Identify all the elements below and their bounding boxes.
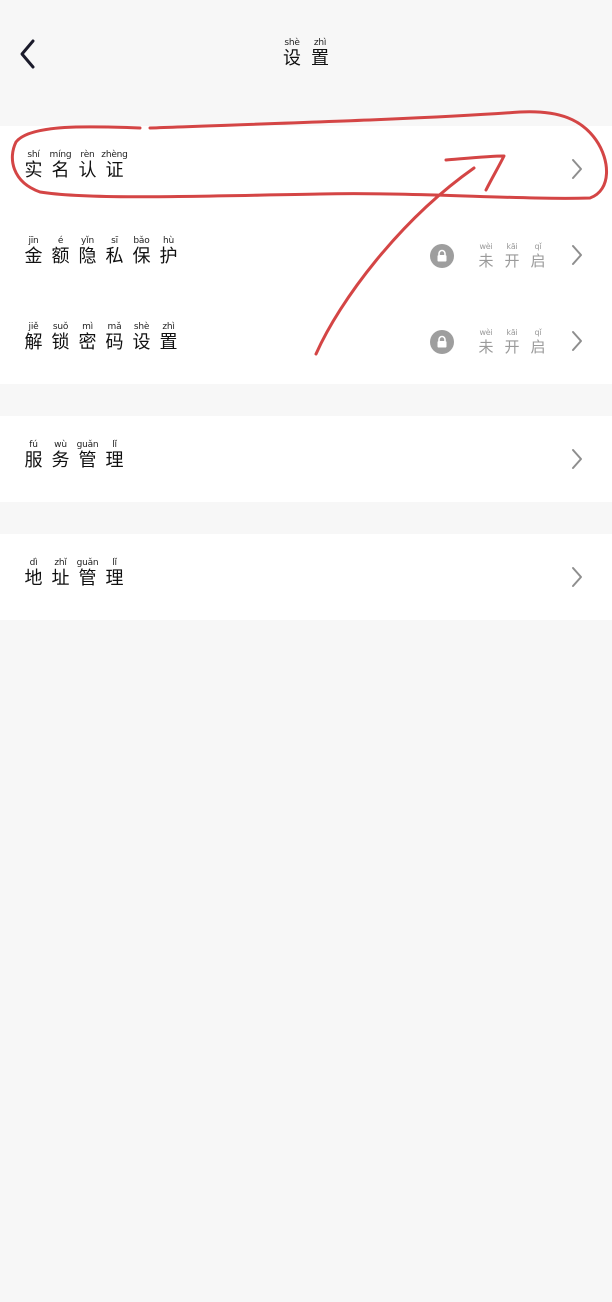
row-label: jīn 金 é额 yǐn 隐 sī 私 bǎo 保 hù 护 [20,236,182,268]
pinyin: lǐ [112,440,117,450]
pinyin: zhì [313,38,327,48]
hanzi: 证 [105,160,124,181]
hanzi: 密 [78,332,97,353]
hanzi: 私 [105,246,124,267]
lock-icon [430,244,454,268]
hanzi: 设 [132,332,151,353]
pinyin: zhǐ [54,558,67,568]
pinyin: shè [284,38,300,48]
pinyin: shè [133,322,150,332]
pinyin: fú [29,440,38,450]
pinyin: wù [54,440,67,450]
hanzi: 址 [51,568,70,589]
hanzi: 理 [105,568,124,589]
hanzi: 锁 [51,332,70,353]
hanzi: 启 [530,338,546,356]
chevron-right-icon [568,446,586,472]
pinyin: hù [162,236,174,246]
hanzi: 管 [78,450,97,471]
pinyin: kāi [506,328,518,337]
chevron-right-icon [568,328,586,354]
status-not-enabled: wèi 未 kāi 开 qǐ 启 [430,328,550,356]
pinyin: suǒ [52,322,69,332]
pinyin: rèn [80,150,95,160]
pinyin: wèi [479,242,493,251]
hanzi: 未 [478,252,494,270]
pinyin: qǐ [534,328,542,337]
hanzi: 认 [78,160,97,181]
pinyin: yǐn [81,236,94,246]
hanzi: 启 [530,252,546,270]
pinyin: guǎn [76,558,99,568]
amount-privacy-protection-row[interactable]: jīn 金 é额 yǐn 隐 sī 私 bǎo 保 hù 护 wèi 未 kāi 开 qǐ 启 [0,212,612,298]
pinyin: shí [27,150,40,160]
pinyin: guǎn [76,440,99,450]
row-label: jiě 解 suǒ 锁 mì 密 mǎ 码 shè 设 zhì 置 [20,322,182,354]
hanzi: 解 [24,332,43,353]
pinyin: qǐ [534,242,542,251]
row-label: dì 地 zhǐ 址 guǎn 管 lǐ 理 [20,558,128,590]
pinyin: kāi [506,242,518,251]
lock-icon [430,330,454,354]
hanzi: 名 [51,160,70,181]
real-name-verification-row[interactable]: shí 实 míng 名 rèn 认 zhèng 证 [0,126,612,212]
hanzi: 开 [504,252,520,270]
hanzi: 设 [283,48,301,69]
address-management-row[interactable]: dì 地 zhǐ 址 guǎn 管 lǐ 理 [0,534,612,620]
navigation-bar: shè 设 zhì 置 [0,0,612,110]
hanzi: 实 [24,160,43,181]
hanzi: 地 [24,568,43,589]
settings-group-service: fú 服 wù 务 guǎn 管 lǐ 理 [0,416,612,502]
chevron-right-icon [568,156,586,182]
pinyin: zhèng [101,150,128,160]
pinyin: lǐ [112,558,117,568]
row-label: shí 实 míng 名 rèn 认 zhèng 证 [20,150,128,182]
pinyin: sī [111,236,118,246]
hanzi: 理 [105,450,124,471]
pinyin: jīn [28,236,39,246]
settings-group-address: dì 地 zhǐ 址 guǎn 管 lǐ 理 [0,534,612,620]
hanzi: 未 [478,338,494,356]
pinyin: é [57,236,64,246]
hanzi: 码 [105,332,124,353]
service-management-row[interactable]: fú 服 wù 务 guǎn 管 lǐ 理 [0,416,612,502]
pinyin: jiě [28,322,39,332]
chevron-right-icon [568,564,586,590]
hanzi: 务 [51,450,70,471]
hanzi: 服 [24,450,43,471]
hanzi: 开 [504,338,520,356]
row-label: fú 服 wù 务 guǎn 管 lǐ 理 [20,440,128,472]
unlock-password-settings-row[interactable]: jiě 解 suǒ 锁 mì 密 mǎ 码 shè 设 zhì 置 wèi 未 kāi 开 qǐ… [0,298,612,384]
status-not-enabled: wèi 未 kāi 开 qǐ 启 [430,242,550,270]
hanzi: 保 [132,246,151,267]
pinyin: mì [82,322,93,332]
hanzi: 管 [78,568,97,589]
hanzi: 额 [51,246,70,267]
pinyin: zhì [162,322,175,332]
pinyin: bǎo [133,236,150,246]
pinyin: mǎ [107,322,122,332]
hanzi: 隐 [78,246,97,267]
settings-group-security: shí 实 míng 名 rèn 认 zhèng 证 jīn 金 é额 yǐn 隐 sī 私 … [0,126,612,384]
pinyin: wèi [479,328,493,337]
pinyin: míng [49,150,72,160]
page-title: shè 设 zhì 置 [0,38,612,70]
pinyin: dì [29,558,38,568]
hanzi: 置 [311,48,329,69]
hanzi: 金 [24,246,43,267]
hanzi: 置 [159,332,178,353]
chevron-right-icon [568,242,586,268]
hanzi: 护 [159,246,178,267]
